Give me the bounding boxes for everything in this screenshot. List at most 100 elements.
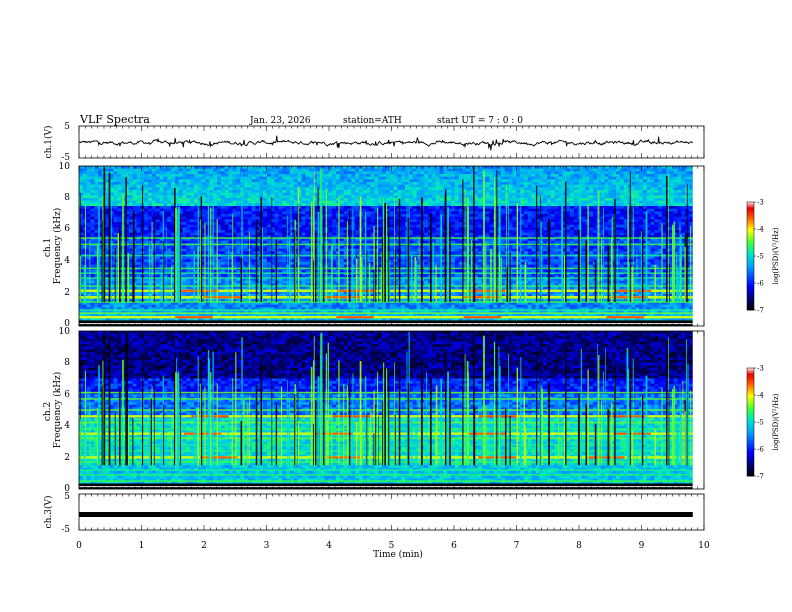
spectrogram-cell <box>136 248 141 252</box>
spectrogram-cell <box>86 256 91 260</box>
spectrogram-cell <box>236 211 241 215</box>
spectrogram-cell <box>82 203 88 207</box>
spectrogram-cell <box>339 192 345 196</box>
spectrogram-cell <box>243 230 249 234</box>
spectrogram-cell <box>79 168 84 172</box>
spectrogram-cell <box>94 240 99 244</box>
spectrogram-cell <box>151 198 157 202</box>
spectrogram-cell <box>243 214 249 218</box>
spectrogram-cell <box>190 216 195 220</box>
spectrogram-cell <box>355 240 360 244</box>
spectrogram-cell <box>220 224 226 228</box>
spectrogram-cell <box>178 184 183 188</box>
spectrogram-cell <box>247 179 253 183</box>
spectrogram-cell <box>186 280 191 284</box>
spectrogram-cell <box>255 206 260 210</box>
spectrogram-cell <box>209 168 214 172</box>
spectrogram-cell <box>328 200 333 204</box>
spectrogram-cell <box>136 184 141 188</box>
spectrogram-cell <box>79 190 84 194</box>
spectrogram-cell <box>266 262 272 266</box>
spectrogram-cell <box>305 182 310 186</box>
spectrogram-cell <box>159 174 164 178</box>
spectrogram-cell <box>274 192 279 196</box>
spectrogram-cell <box>113 227 118 231</box>
spectrogram-cell <box>378 216 383 220</box>
spectrogram-cell <box>378 248 383 252</box>
spectrogram-cell <box>86 280 91 284</box>
spectrogram-cell <box>278 256 283 260</box>
spectrogram-cell <box>278 184 283 188</box>
spectrogram-cell <box>155 248 160 252</box>
spectrogram-cell <box>270 198 276 202</box>
spectrogram-cell <box>366 230 371 234</box>
spectrogram-cell <box>167 230 172 234</box>
spectrogram-cell <box>282 171 287 175</box>
spectrogram-cell <box>121 168 126 172</box>
spectrogram-cell <box>86 240 91 244</box>
spectrogram-cell <box>301 211 306 215</box>
spectrogram-cell <box>355 187 360 191</box>
spectrogram-cell <box>98 195 103 199</box>
spectrogram-cell <box>125 304 130 308</box>
spectrogram-cell <box>197 304 203 308</box>
spectrogram-cell <box>278 230 283 234</box>
spectrogram-cell <box>301 195 306 199</box>
spectrogram-cell <box>163 168 168 172</box>
spectrogram-cell <box>182 222 187 226</box>
spectrogram-cell <box>336 200 341 204</box>
spectrogram-cell <box>205 174 210 178</box>
spectrogram-cell <box>339 187 345 191</box>
spectrogram-cell <box>148 190 153 194</box>
spectrogram-cell <box>151 174 157 178</box>
spectrogram-cell <box>186 166 191 170</box>
spectrogram-cell <box>171 176 176 180</box>
spectrogram-cell <box>98 192 103 196</box>
spectrogram-cell <box>155 240 160 244</box>
spectrogram-cell <box>128 176 134 180</box>
spectrogram-cell <box>197 166 203 170</box>
spectrogram-cell <box>90 248 95 252</box>
spectrogram-cell <box>186 248 191 252</box>
spectrogram-cell <box>186 198 191 202</box>
spectrogram-cell <box>128 304 134 308</box>
spectrogram-cell <box>86 304 91 308</box>
spectrogram-cell <box>286 230 291 234</box>
spectrogram-cell <box>270 304 276 308</box>
spectrogram-cell <box>336 280 341 284</box>
spectrogram-cell <box>343 174 348 178</box>
spectrogram-cell <box>339 206 345 210</box>
spectrogram-cell <box>213 208 218 212</box>
spectrogram-cell <box>174 174 180 178</box>
spectrogram-cell <box>82 192 88 196</box>
spectrogram-cell <box>251 174 256 178</box>
spectrogram-cell <box>144 168 149 172</box>
spectrogram-cell <box>220 190 226 194</box>
spectrogram-cell <box>140 304 145 308</box>
spectrogram-cell <box>159 206 164 210</box>
spectrogram-cell <box>305 200 310 204</box>
spectrogram-cell <box>359 182 364 186</box>
spectrogram-cell <box>128 224 134 228</box>
spectrogram-cell <box>236 264 241 268</box>
spectrogram-cell <box>339 198 345 202</box>
spectrogram-cell <box>182 192 187 196</box>
spectrogram-cell <box>305 224 310 228</box>
spectrogram-cell <box>136 182 141 186</box>
spectrogram-cell <box>213 304 218 308</box>
start-time-label: start UT = 7 : 0 : 0 <box>437 116 523 126</box>
spectrogram-cell <box>247 248 253 252</box>
spectrogram-cell <box>255 195 260 199</box>
spectrogram-cell <box>343 211 348 215</box>
spectrogram-cell <box>263 208 268 212</box>
spectrogram-cell <box>370 203 375 207</box>
spectrogram-cell <box>312 176 318 180</box>
spectrogram-cell <box>247 182 253 186</box>
spectrogram-cell <box>343 216 348 220</box>
spectrogram-cell <box>182 264 187 268</box>
spectrogram-cell <box>94 182 99 186</box>
spectrogram-cell <box>155 200 160 204</box>
spectrogram-cell <box>251 203 256 207</box>
spectrogram-cell <box>236 222 241 226</box>
spectrogram-cell <box>86 262 91 266</box>
